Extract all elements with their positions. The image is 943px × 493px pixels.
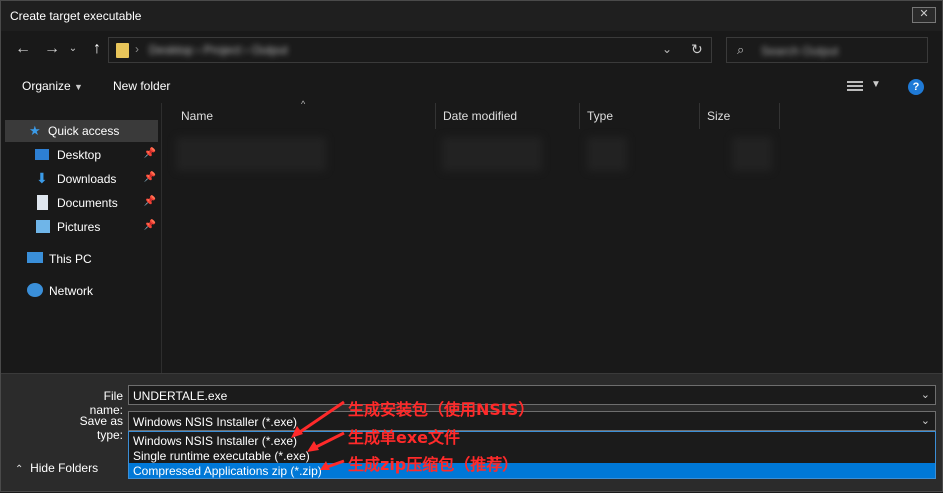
address-bar[interactable]: › Desktop › Project › Output ⌄ ↻: [108, 37, 712, 63]
option-label: Compressed Applications zip (*.zip): [133, 464, 322, 478]
blurred-file-size: [732, 137, 772, 171]
navigation-row: ← → ⌄ ↑ › Desktop › Project › Output ⌄ ↻…: [1, 31, 942, 69]
pin-icon[interactable]: 📌: [144, 148, 156, 159]
organize-button[interactable]: Organize ▼: [22, 79, 83, 93]
chevron-right-icon: ›: [135, 42, 139, 56]
title-bar: Create target executable ✕: [1, 1, 942, 31]
picture-icon: [36, 220, 50, 233]
file-list: ^ Name Date modified Type Size: [162, 99, 942, 373]
annotation-text-zip: 生成zip压缩包（推荐）: [348, 455, 519, 474]
pc-icon: [27, 252, 43, 263]
option-single-runtime[interactable]: Single runtime executable (*.exe): [129, 448, 935, 463]
history-dropdown-icon[interactable]: ⌄: [63, 39, 83, 59]
forward-arrow-icon[interactable]: →: [42, 39, 62, 59]
refresh-icon[interactable]: ↻: [691, 41, 703, 58]
column-label: Type: [587, 109, 614, 123]
column-header-date-modified[interactable]: Date modified: [436, 103, 580, 129]
sidebar-item-quick-access[interactable]: ★ Quick access: [5, 120, 158, 142]
sidebar-item-label: Network: [49, 284, 94, 298]
folder-icon: [116, 43, 129, 58]
chevron-up-icon: ⌃: [15, 464, 24, 475]
file-name-value[interactable]: UNDERTALE.exe: [133, 389, 227, 403]
chevron-down-icon[interactable]: ⌄: [921, 388, 930, 401]
star-icon: ★: [29, 123, 41, 138]
pin-icon[interactable]: 📌: [144, 220, 156, 231]
file-name-label: File name:: [89, 389, 123, 417]
blurred-file-type: [587, 137, 627, 171]
chevron-down-icon: ▼: [74, 82, 83, 92]
search-icon: ⌕: [737, 42, 745, 57]
address-dropdown-icon[interactable]: ⌄: [662, 42, 672, 56]
sidebar-item-network[interactable]: Network: [5, 280, 158, 302]
address-path: Desktop › Project › Output: [149, 43, 288, 57]
column-label: Date modified: [443, 109, 518, 123]
column-header-size[interactable]: Size: [700, 103, 780, 129]
view-dropdown-icon[interactable]: ▼: [871, 79, 881, 90]
sidebar-item-label: Documents: [57, 196, 118, 210]
help-icon[interactable]: ?: [908, 79, 924, 95]
sidebar-item-label: This PC: [49, 252, 92, 266]
sidebar-item-label: Pictures: [57, 220, 101, 234]
view-options-icon[interactable]: [847, 81, 863, 91]
option-label: Single runtime executable (*.exe): [133, 449, 310, 463]
annotation-text-single-exe: 生成单exe文件: [348, 428, 461, 447]
annotation-text-installer: 生成安装包（使用NSIS）: [348, 400, 535, 419]
sidebar-item-label: Desktop: [57, 148, 102, 162]
sidebar-item-downloads[interactable]: ⬇ Downloads 📌: [5, 168, 158, 190]
pin-icon[interactable]: 📌: [144, 196, 156, 207]
sidebar-item-desktop[interactable]: Desktop 📌: [5, 144, 158, 166]
organize-label: Organize: [22, 79, 71, 93]
new-folder-button[interactable]: New folder: [113, 79, 170, 93]
sidebar-item-label: Downloads: [57, 172, 117, 186]
hide-folders-button[interactable]: ⌃ Hide Folders: [15, 461, 98, 475]
close-button[interactable]: ✕: [912, 7, 936, 23]
command-toolbar: Organize ▼ New folder ▼ ?: [1, 69, 942, 103]
column-label: Size: [707, 109, 731, 123]
sidebar-item-label: Quick access: [48, 124, 120, 138]
save-as-type-options: Windows NSIS Installer (*.exe) Single ru…: [128, 431, 936, 479]
navigation-pane: ★ Quick access Desktop 📌 ⬇ Downloads 📌 D…: [1, 103, 162, 373]
save-dialog-window: Create target executable ✕ ← → ⌄ ↑ › Des…: [0, 0, 943, 492]
option-label: Windows NSIS Installer (*.exe): [133, 434, 298, 448]
blurred-file-date: [442, 137, 542, 171]
save-as-type-value: Windows NSIS Installer (*.exe): [133, 415, 298, 429]
back-arrow-icon[interactable]: ←: [13, 39, 33, 59]
pin-icon[interactable]: 📌: [144, 172, 156, 183]
sidebar-item-this-pc[interactable]: This PC: [5, 248, 158, 270]
desktop-icon: [35, 149, 49, 160]
network-icon: [27, 283, 43, 297]
sidebar-item-pictures[interactable]: Pictures 📌: [5, 216, 158, 238]
option-nsis-installer[interactable]: Windows NSIS Installer (*.exe): [129, 433, 935, 448]
hide-folders-label: Hide Folders: [30, 461, 99, 475]
sidebar-item-documents[interactable]: Documents 📌: [5, 192, 158, 214]
download-icon: ⬇: [36, 170, 48, 186]
save-as-type-label: Save as type:: [79, 414, 123, 442]
chevron-down-icon[interactable]: ⌄: [921, 414, 930, 427]
search-input[interactable]: Search Output: [761, 44, 838, 58]
column-header-type[interactable]: Type: [580, 103, 700, 129]
option-compressed-zip[interactable]: Compressed Applications zip (*.zip): [129, 463, 935, 478]
search-box[interactable]: ⌕ Search Output: [726, 37, 928, 63]
window-title: Create target executable: [10, 9, 142, 23]
document-icon: [37, 195, 48, 210]
blurred-file-name: [176, 137, 326, 171]
column-header-name[interactable]: Name: [174, 103, 436, 129]
up-arrow-icon[interactable]: ↑: [87, 39, 107, 59]
column-label: Name: [181, 109, 214, 123]
